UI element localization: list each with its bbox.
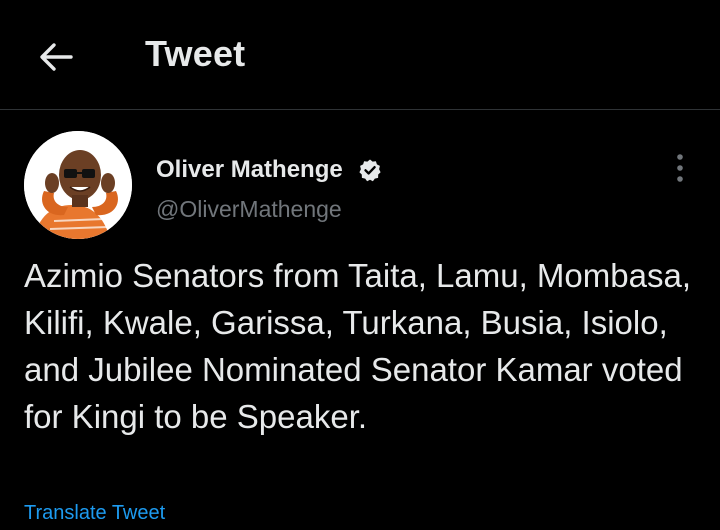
author-handle[interactable]: @OliverMathenge [156, 196, 342, 223]
translate-tweet-link[interactable]: Translate Tweet [24, 502, 165, 525]
arrow-left-icon [40, 43, 73, 71]
avatar-image [24, 131, 132, 239]
author-name[interactable]: Oliver Mathenge [156, 156, 343, 184]
back-button[interactable] [34, 35, 78, 79]
top-bar: Tweet [0, 0, 720, 110]
verified-badge-icon [359, 159, 381, 182]
more-vertical-icon [677, 154, 683, 182]
tweet-text: Azimio Senators from Taita, Lamu, Mombas… [24, 257, 691, 435]
more-options-button[interactable] [664, 148, 696, 188]
page-title: Tweet [145, 33, 246, 74]
avatar[interactable] [24, 131, 132, 239]
